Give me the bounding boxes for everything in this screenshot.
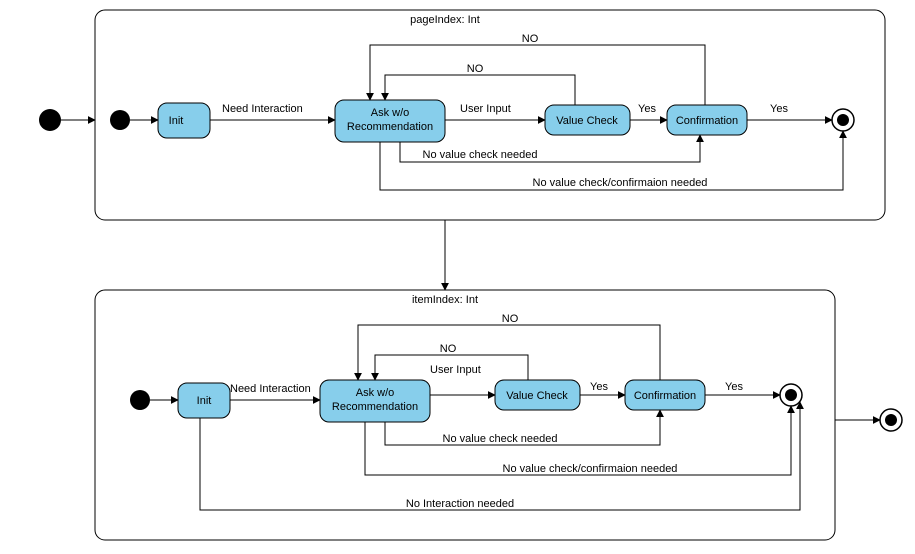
state-conf-bottom-label: Confirmation: [634, 390, 696, 402]
state-init-top-label: Init: [169, 115, 184, 127]
label-no-conf-top: NO: [522, 33, 539, 45]
label-need-interaction-bottom: Need Interaction: [230, 383, 311, 395]
state-valuecheck-bottom-label: Value Check: [506, 390, 568, 402]
label-no-vc-bottom: NO: [440, 343, 457, 355]
state-ask-bottom-label-l2: Recommendation: [332, 401, 418, 413]
label-yes2-bottom: Yes: [725, 381, 743, 393]
label-novc-needed-bottom: No value check needed: [443, 433, 558, 445]
label-user-input-top: User Input: [460, 103, 511, 115]
label-nointeraction-bottom: No Interaction needed: [406, 498, 514, 510]
state-valuecheck-top-label: Value Check: [556, 115, 618, 127]
label-no-vc-top: NO: [467, 63, 484, 75]
initial-node-top: [110, 110, 130, 130]
final-node-outer-dot: [885, 414, 897, 426]
final-node-top-dot: [837, 114, 849, 126]
container-itemindex-title: itemIndex: Int: [412, 294, 478, 306]
label-no-conf-bottom: NO: [502, 313, 519, 325]
final-node-bottom-dot: [785, 389, 797, 401]
state-ask-bottom-label-l1: Ask w/o: [356, 387, 395, 399]
state-ask-top-label-l2: Recommendation: [347, 121, 433, 133]
initial-node-outer: [39, 109, 61, 131]
label-user-input-bottom: User Input: [430, 364, 481, 376]
label-need-interaction-top: Need Interaction: [222, 103, 303, 115]
label-novcconf-needed-bottom: No value check/confirmaion needed: [503, 463, 678, 475]
label-novcconf-needed-top: No value check/confirmaion needed: [533, 177, 708, 189]
statechart-diagram: pageIndex: Int Init Need Interaction Ask…: [0, 0, 915, 554]
state-init-top: [158, 103, 210, 138]
state-conf-top-label: Confirmation: [676, 115, 738, 127]
edge-nointeraction-bottom: [200, 402, 800, 510]
label-yes1-bottom: Yes: [590, 381, 608, 393]
initial-node-bottom: [130, 390, 150, 410]
label-yes1-top: Yes: [638, 103, 656, 115]
label-yes2-top: Yes: [770, 103, 788, 115]
state-init-bottom-label: Init: [197, 395, 212, 407]
container-pageindex-title: pageIndex: Int: [410, 14, 480, 26]
container-pageindex: [95, 10, 885, 220]
edge-conf-no-bottom: [358, 325, 660, 380]
state-ask-top-label-l1: Ask w/o: [371, 107, 410, 119]
label-novc-needed-top: No value check needed: [423, 149, 538, 161]
